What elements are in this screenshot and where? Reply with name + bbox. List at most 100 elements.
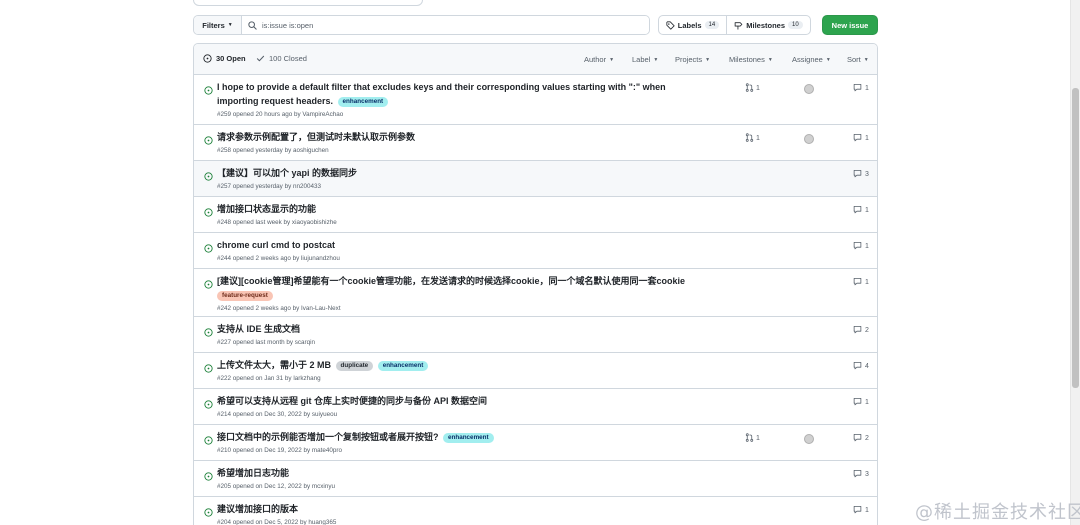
assignee-avatar[interactable] — [804, 434, 814, 444]
issue-row[interactable]: chrome curl cmd to postcat #244 opened 2 … — [194, 233, 877, 269]
issue-open-icon — [204, 468, 213, 486]
comments-count[interactable]: 1 — [853, 205, 869, 216]
closed-issues-tab[interactable]: 100 Closed — [256, 54, 307, 63]
search-box[interactable] — [242, 16, 649, 34]
comments-count[interactable]: 2 — [853, 325, 869, 336]
page-scrollbar[interactable] — [1070, 0, 1080, 525]
sort-filter[interactable]: Sort ▼ — [847, 55, 869, 64]
comments-count[interactable]: 1 — [853, 241, 869, 252]
issue-label-enhancement[interactable]: enhancement — [443, 433, 494, 443]
caret-down-icon: ▼ — [705, 56, 711, 63]
label-filter[interactable]: Label ▼ — [632, 55, 658, 64]
comment-icon — [853, 169, 862, 180]
issue-title-line: 增加接口状态显示的功能 — [217, 202, 707, 216]
closed-count-label: 100 Closed — [269, 54, 307, 63]
scrollbar-thumb[interactable] — [1072, 88, 1079, 388]
issue-row[interactable]: 希望增加日志功能 #205 opened on Dec 12, 2022 by m… — [194, 461, 877, 497]
filters-label: Filters — [202, 20, 225, 30]
milestone-icon — [734, 21, 743, 29]
issue-title-link[interactable]: 希望可以支持从远程 git 仓库上实时便捷的同步与备份 API 数据空间 — [217, 396, 487, 406]
issue-title-link[interactable]: I hope to provide a default filter that … — [217, 82, 666, 106]
comment-icon — [853, 505, 862, 516]
issue-row[interactable]: 支持从 IDE 生成文档 #227 opened last month by sc… — [194, 317, 877, 353]
issue-row[interactable]: 接口文档中的示例能否增加一个复制按钮或者展开按钮? enhancement #21… — [194, 425, 877, 461]
projects-filter[interactable]: Projects ▼ — [675, 55, 710, 64]
new-issue-button[interactable]: New issue — [822, 15, 878, 35]
filters-button[interactable]: Filters ▼ — [194, 16, 242, 34]
comments-number: 1 — [865, 207, 869, 214]
labels-button[interactable]: Labels 14 — [659, 16, 727, 34]
issue-title-link[interactable]: chrome curl cmd to postcat — [217, 240, 335, 250]
comments-count[interactable]: 1 — [853, 83, 869, 94]
comments-number: 2 — [865, 327, 869, 334]
issue-label-enhancement[interactable]: enhancement — [337, 97, 389, 107]
issue-meta: #257 opened yesterday by nn200433 — [217, 183, 321, 190]
issue-open-icon — [204, 204, 213, 222]
search-icon — [248, 20, 257, 30]
milestones-filter-label: Milestones — [729, 55, 765, 64]
issue-label-enhancement[interactable]: enhancement — [377, 361, 429, 371]
linked-pr-count: 1 — [756, 85, 760, 92]
issue-title-line: 接口文档中的示例能否增加一个复制按钮或者展开按钮? enhancement — [217, 430, 707, 444]
label-filter-label: Label — [632, 55, 651, 64]
issue-row[interactable]: 增加接口状态显示的功能 #248 opened last week by xiao… — [194, 197, 877, 233]
comment-icon — [853, 433, 862, 444]
issue-row[interactable]: 上传文件太大，需小于 2 MB duplicate enhancement #22… — [194, 353, 877, 389]
comments-count[interactable]: 3 — [853, 469, 869, 480]
issue-main: I hope to provide a default filter that … — [217, 80, 707, 120]
issue-title-line: 希望可以支持从远程 git 仓库上实时便捷的同步与备份 API 数据空间 — [217, 394, 707, 408]
comment-icon — [853, 133, 862, 144]
linked-pr[interactable]: 1 — [745, 133, 760, 144]
issue-row[interactable]: 建议增加接口的版本 #204 opened on Dec 5, 2022 by h… — [194, 497, 877, 525]
comments-count[interactable]: 3 — [853, 169, 869, 180]
comments-count[interactable]: 1 — [853, 133, 869, 144]
issue-meta: #210 opened on Dec 19, 2022 by mate40pro — [217, 447, 342, 454]
author-filter[interactable]: Author ▼ — [584, 55, 614, 64]
pull-request-icon — [745, 83, 754, 94]
comments-number: 1 — [865, 279, 869, 286]
issue-title-link[interactable]: 请求参数示例配置了，但测试时未默认取示例参数 — [217, 132, 415, 142]
issue-row[interactable]: 希望可以支持从远程 git 仓库上实时便捷的同步与备份 API 数据空间 #214… — [194, 389, 877, 425]
search-input[interactable] — [262, 20, 642, 30]
issue-meta: #227 opened last month by scarqin — [217, 339, 316, 346]
issue-row[interactable]: 【建议】可以加个 yapi 的数据同步 #257 opened yesterday… — [194, 161, 877, 197]
milestones-button[interactable]: Milestones 10 — [727, 16, 810, 34]
issue-title-link[interactable]: 希望增加日志功能 — [217, 468, 289, 478]
assignee-filter[interactable]: Assignee ▼ — [792, 55, 831, 64]
issue-main: 希望增加日志功能 #205 opened on Dec 12, 2022 by m… — [217, 466, 707, 492]
assignee-avatar[interactable] — [804, 134, 814, 144]
issue-main: 建议增加接口的版本 #204 opened on Dec 5, 2022 by h… — [217, 502, 707, 525]
issue-label-feature-request[interactable]: feature-request — [217, 291, 273, 301]
issue-title-line: 建议增加接口的版本 — [217, 502, 707, 516]
comments-count[interactable]: 1 — [853, 505, 869, 516]
caret-down-icon: ▼ — [609, 56, 615, 63]
comment-icon — [853, 325, 862, 336]
comments-count[interactable]: 1 — [853, 397, 869, 408]
issue-main: 增加接口状态显示的功能 #248 opened last week by xiao… — [217, 202, 707, 228]
open-issues-tab[interactable]: 30 Open — [203, 54, 246, 63]
issue-title-line: 支持从 IDE 生成文档 — [217, 322, 707, 336]
comments-count[interactable]: 2 — [853, 433, 869, 444]
linked-pr[interactable]: 1 — [745, 83, 760, 94]
issue-row[interactable]: I hope to provide a default filter that … — [194, 75, 877, 125]
issue-title-link[interactable]: 【建议】可以加个 yapi 的数据同步 — [217, 168, 357, 178]
linked-pr[interactable]: 1 — [745, 433, 760, 444]
issue-title-link[interactable]: [建议][cookie管理]希望能有一个cookie管理功能，在发送请求的时候选… — [217, 276, 685, 286]
issue-title-link[interactable]: 接口文档中的示例能否增加一个复制按钮或者展开按钮? — [217, 432, 439, 442]
issue-main: [建议][cookie管理]希望能有一个cookie管理功能，在发送请求的时候选… — [217, 274, 707, 314]
assignee-avatar[interactable] — [804, 84, 814, 94]
comments-count[interactable]: 1 — [853, 277, 869, 288]
issue-row[interactable]: [建议][cookie管理]希望能有一个cookie管理功能，在发送请求的时候选… — [194, 269, 877, 317]
comments-count[interactable]: 4 — [853, 361, 869, 372]
issue-title-line: 上传文件太大，需小于 2 MB duplicate enhancement — [217, 358, 707, 372]
issue-meta: #244 opened 2 weeks ago by liujunandzhou — [217, 255, 340, 262]
issue-title-link[interactable]: 上传文件太大，需小于 2 MB — [217, 360, 331, 370]
issue-title-link[interactable]: 建议增加接口的版本 — [217, 504, 298, 514]
issue-label-duplicate[interactable]: duplicate — [335, 361, 374, 371]
milestones-filter[interactable]: Milestones ▼ — [729, 55, 773, 64]
issue-open-icon — [204, 324, 213, 342]
issue-main: chrome curl cmd to postcat #244 opened 2 … — [217, 238, 707, 264]
issue-title-link[interactable]: 增加接口状态显示的功能 — [217, 204, 316, 214]
issue-title-link[interactable]: 支持从 IDE 生成文档 — [217, 324, 300, 334]
issue-row[interactable]: 请求参数示例配置了，但测试时未默认取示例参数 #258 opened yester… — [194, 125, 877, 161]
